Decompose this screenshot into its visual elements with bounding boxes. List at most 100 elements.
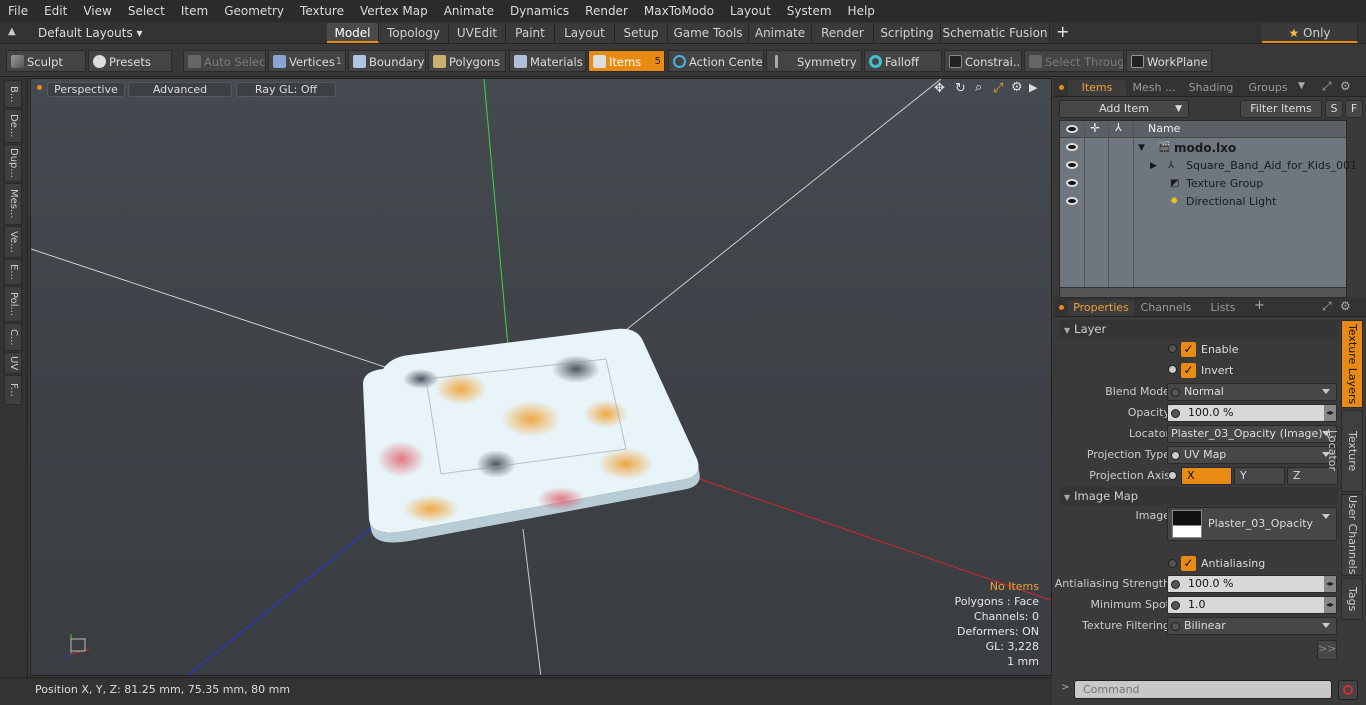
zoom-view-icon[interactable]: ⌕	[975, 80, 982, 95]
filter-f-button[interactable]: F	[1345, 100, 1363, 118]
menu-render[interactable]: Render	[577, 0, 636, 22]
vtab-tags[interactable]: Tags	[1341, 578, 1363, 620]
menu-select[interactable]: Select	[120, 0, 173, 22]
command-input[interactable]	[1074, 680, 1332, 699]
lock-header-icon[interactable]: ✛	[1090, 121, 1100, 135]
auto-select-button[interactable]: Auto Select	[183, 50, 266, 72]
menu-dynamics[interactable]: Dynamics	[502, 0, 577, 22]
tooltab-edge[interactable]: E...	[4, 259, 22, 285]
tab-topology[interactable]: Topology	[379, 23, 449, 43]
vertices-button[interactable]: Vertices 1	[268, 50, 346, 72]
menu-view[interactable]: View	[75, 0, 119, 22]
visibility-eye-icon[interactable]	[1066, 179, 1078, 187]
tooltab-basic[interactable]: B...	[4, 80, 22, 108]
tab-layout[interactable]: Layout	[555, 23, 615, 43]
tab-shading[interactable]: Shading	[1182, 80, 1240, 96]
tab-items[interactable]: Items	[1068, 80, 1126, 96]
visibility-eye-icon[interactable]	[1066, 143, 1078, 151]
item-row-texture-group[interactable]: ◩ Texture Group	[1060, 175, 1346, 193]
enable-checkbox[interactable]: ✓	[1181, 342, 1196, 357]
tab-properties[interactable]: Properties	[1068, 300, 1134, 316]
command-expand-icon[interactable]: >	[1061, 682, 1069, 693]
item-row-light[interactable]: ✹ Directional Light	[1060, 193, 1346, 211]
slider-arrows-icon[interactable]: ◂▸	[1324, 597, 1336, 613]
image-map-section[interactable]: ▼ Image Map	[1060, 487, 1338, 505]
add-tab-icon[interactable]: +	[1254, 298, 1265, 313]
name-column-header[interactable]: Name	[1148, 122, 1180, 135]
menu-geometry[interactable]: Geometry	[216, 0, 292, 22]
default-layouts-dropdown[interactable]: Default Layouts ▾	[38, 22, 143, 44]
slider-arrows-icon[interactable]: ◂▸	[1324, 576, 1336, 592]
antialiasing-checkbox[interactable]: ✓	[1181, 556, 1196, 571]
item-row-scene[interactable]: ▼ 🎬 modo.lxo	[1060, 139, 1346, 157]
items-tab-dropdown-icon[interactable]: ▼	[1298, 81, 1305, 91]
tab-setup[interactable]: Setup	[615, 23, 668, 43]
type-header-icon[interactable]: ⅄	[1115, 121, 1122, 134]
menu-layout[interactable]: Layout	[722, 0, 779, 22]
tab-render[interactable]: Render	[812, 23, 874, 43]
props-expand-icon[interactable]: ⤢	[1322, 299, 1332, 314]
axis-x-button[interactable]: X	[1181, 467, 1232, 485]
only-button[interactable]: ★ Only	[1262, 23, 1358, 43]
tooltab-deform[interactable]: De...	[4, 109, 22, 143]
items-expand-icon[interactable]: ⤢	[1322, 79, 1332, 94]
projection-type-select[interactable]: UV Map	[1167, 446, 1337, 464]
expand-arrow-icon[interactable]: ▶	[1150, 157, 1157, 175]
polygons-button[interactable]: Polygons	[428, 50, 506, 72]
minimum-spot-field[interactable]: 1.0 ◂▸	[1167, 596, 1337, 614]
advanced-button[interactable]: Advanced	[128, 82, 232, 97]
expand-arrow-icon[interactable]: ▼	[1138, 139, 1145, 157]
tab-model[interactable]: Model	[327, 23, 379, 43]
tooltab-vertex[interactable]: Ve...	[4, 226, 22, 258]
viewport-menu-dot[interactable]	[37, 85, 42, 90]
tab-groups[interactable]: Groups	[1242, 80, 1294, 96]
boundary-button[interactable]: Boundary	[348, 50, 426, 72]
viewport-more-icon[interactable]: ▶	[1029, 81, 1037, 94]
tab-uvedit[interactable]: UVEdit	[449, 23, 506, 43]
tooltab-uv[interactable]: UV	[4, 352, 22, 374]
tooltab-duplicate[interactable]: Dup...	[4, 144, 22, 182]
locator-select[interactable]: Plaster_03_Opacity (Image) (...	[1167, 425, 1337, 443]
tab-lists[interactable]: Lists	[1198, 300, 1248, 316]
menu-file[interactable]: File	[0, 0, 36, 22]
add-tab-icon[interactable]: +	[1056, 22, 1069, 42]
image-select[interactable]: Plaster_03_Opacity	[1167, 507, 1337, 541]
filter-items-button[interactable]: Filter Items	[1240, 100, 1322, 118]
rotate-view-icon[interactable]: ↻	[955, 81, 966, 96]
tab-schematic-fusion[interactable]: Schematic Fusion	[941, 23, 1050, 43]
items-settings-icon[interactable]: ⚙	[1340, 79, 1351, 93]
tab-paint[interactable]: Paint	[506, 23, 555, 43]
action-center-button[interactable]: Action Center	[668, 50, 764, 72]
presets-button[interactable]: Presets	[88, 50, 172, 72]
tooltab-curve[interactable]: C...	[4, 323, 22, 351]
projection-axis-dot[interactable]	[1168, 471, 1177, 480]
invert-channel-dot[interactable]	[1168, 365, 1177, 374]
menu-edit[interactable]: Edit	[36, 0, 75, 22]
menu-help[interactable]: Help	[840, 0, 883, 22]
tab-scripting[interactable]: Scripting	[874, 23, 941, 43]
symmetry-button[interactable]: Symmetry	[766, 50, 862, 72]
tab-game-tools[interactable]: Game Tools	[668, 23, 749, 43]
menu-system[interactable]: System	[779, 0, 840, 22]
item-row-mesh[interactable]: ▶ ⅄ Square_Band_Aid_for_Kids_001	[1060, 157, 1357, 175]
raygl-button[interactable]: Ray GL: Off	[236, 82, 336, 97]
item-list-scrollbar[interactable]	[1060, 287, 1346, 297]
constraints-button[interactable]: Constrai...	[944, 50, 1022, 72]
items-button[interactable]: Items 5	[588, 50, 665, 72]
blend-mode-select[interactable]: Normal	[1167, 383, 1337, 401]
tab-channels[interactable]: Channels	[1136, 300, 1196, 316]
falloff-button[interactable]: Falloff	[864, 50, 942, 72]
panel-dot[interactable]	[1059, 85, 1064, 90]
vtab-texture-layers[interactable]: Texture Layers	[1341, 320, 1363, 408]
menu-texture[interactable]: Texture	[292, 0, 352, 22]
workplane-button[interactable]: WorkPlane	[1126, 50, 1212, 72]
select-through-button[interactable]: Select Through	[1024, 50, 1124, 72]
opacity-field[interactable]: 100.0 % ◂▸	[1167, 404, 1337, 422]
materials-button[interactable]: Materials	[509, 50, 586, 72]
tab-animate[interactable]: Animate	[749, 23, 812, 43]
filter-s-button[interactable]: S	[1325, 100, 1343, 118]
menu-item[interactable]: Item	[173, 0, 216, 22]
sculpt-button[interactable]: Sculpt	[6, 50, 86, 72]
props-settings-icon[interactable]: ⚙	[1340, 299, 1351, 313]
tooltab-fusion[interactable]: F...	[4, 375, 22, 405]
